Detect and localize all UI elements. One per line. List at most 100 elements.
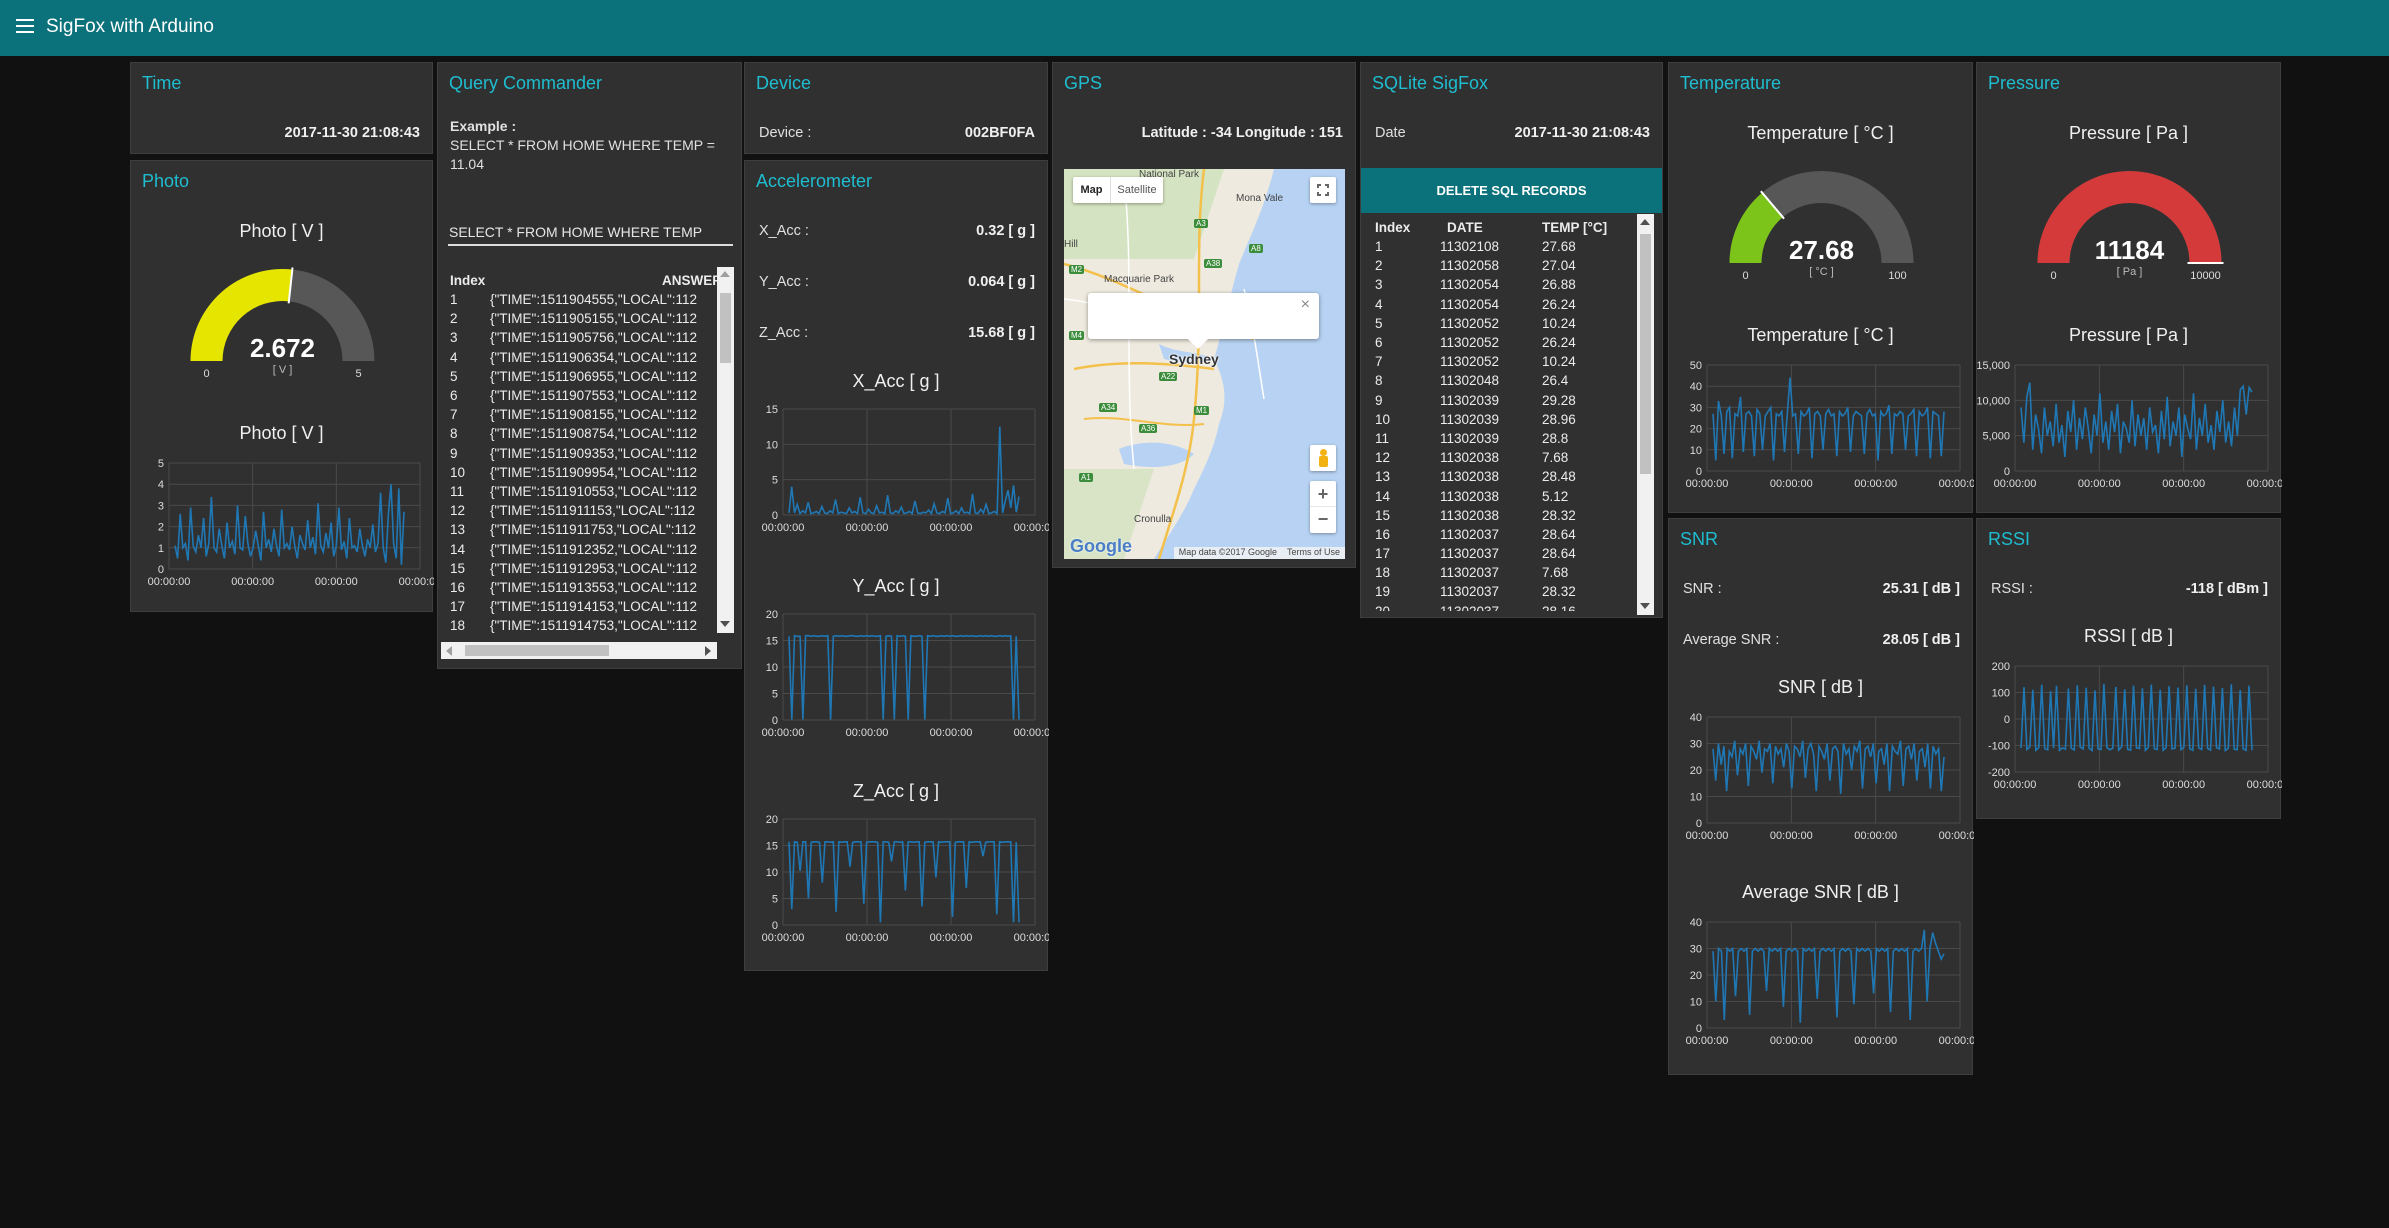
table-row[interactable]: 11 {"TIME":1511910553,"LOCAL":112	[450, 482, 722, 501]
table-row[interactable]: 3 {"TIME":1511905756,"LOCAL":112	[450, 328, 722, 347]
table-row[interactable]: 13 11302038 28.48	[1375, 467, 1626, 486]
card-title-snr: SNR	[1680, 529, 1719, 549]
table-row[interactable]: 17 {"TIME":1511914153,"LOCAL":112	[450, 597, 722, 616]
table-row[interactable]: 7 {"TIME":1511908155,"LOCAL":112	[450, 405, 722, 424]
query-horizontal-scrollbar[interactable]	[441, 642, 717, 659]
scroll-thumb[interactable]	[720, 293, 731, 363]
snr-chart: 0 10 20 30 40 00:00:00 00:00:00 00:00:00 00:00:0…	[1686, 712, 1974, 842]
y-tick-label: -200	[1988, 767, 2010, 779]
table-row[interactable]: 10 {"TIME":1511909954,"LOCAL":112	[450, 463, 722, 482]
table-row[interactable]: 3 11302054 26.88	[1375, 275, 1626, 294]
table-row[interactable]: 4 11302054 26.24	[1375, 295, 1626, 314]
table-row[interactable]: 18 11302037 7.68	[1375, 563, 1626, 582]
gauge-min: 0	[1742, 270, 1748, 282]
table-row[interactable]: 201130203728.16	[1375, 602, 1626, 611]
cell-index: 17	[1375, 546, 1391, 562]
table-row[interactable]: 13 {"TIME":1511911753,"LOCAL":112	[450, 520, 722, 539]
cell-index: 15	[450, 560, 466, 576]
pegman-icon[interactable]	[1310, 445, 1336, 471]
query-vertical-scrollbar[interactable]	[717, 267, 734, 633]
zoom-in-button[interactable]: +	[1310, 481, 1336, 507]
x-tick-label: 00:00:00	[1014, 522, 1049, 534]
table-row[interactable]: 16 11302037 28.64	[1375, 525, 1626, 544]
table-row[interactable]: 11 11302039 28.8	[1375, 429, 1626, 448]
table-row[interactable]: 12 11302038 7.68	[1375, 448, 1626, 467]
map[interactable]: National Park Mona Vale Macquarie Park Cron…	[1064, 169, 1345, 559]
x-tick-label: 00:00:00	[762, 932, 805, 944]
column-header-answer: ANSWER	[662, 273, 722, 288]
delete-sql-records-button[interactable]: DELETE SQL RECORDS	[1361, 168, 1662, 213]
cell-temp: 28.8	[1542, 430, 1569, 446]
map-tab-satellite[interactable]: Satellite	[1111, 177, 1163, 203]
scroll-up-arrow-icon[interactable]	[1640, 219, 1650, 225]
scroll-up-arrow-icon[interactable]	[720, 271, 730, 277]
table-row[interactable]: 17 11302037 28.64	[1375, 544, 1626, 563]
table-row[interactable]: 6 {"TIME":1511907553,"LOCAL":112	[450, 386, 722, 405]
table-row[interactable]: 12 {"TIME":1511911153,"LOCAL":112	[450, 501, 722, 520]
map-data-text: Map data ©2017 Google	[1178, 547, 1277, 557]
cell-index: 4	[1375, 296, 1383, 312]
cell-answer: {"TIME":1511906354,"LOCAL":112	[490, 349, 698, 365]
table-row[interactable]: 9 11302039 29.28	[1375, 391, 1626, 410]
cell-temp: 26.24	[1542, 335, 1576, 351]
table-row[interactable]: 8 {"TIME":1511908754,"LOCAL":112	[450, 424, 722, 443]
table-row[interactable]: 10 11302039 28.96	[1375, 410, 1626, 429]
table-row[interactable]: 2 11302058 27.04	[1375, 256, 1626, 275]
table-row[interactable]: 18 {"TIME":1511914753,"LOCAL":112	[450, 616, 722, 635]
query-input[interactable]	[448, 220, 733, 246]
menu-icon[interactable]	[16, 19, 34, 35]
scroll-left-arrow-icon[interactable]	[446, 646, 452, 656]
table-row[interactable]: 15 11302038 28.32	[1375, 506, 1626, 525]
scroll-right-arrow-icon[interactable]	[705, 646, 711, 656]
x-tick-label: 00:00:00	[1994, 779, 2037, 791]
table-row[interactable]: 4 {"TIME":1511906354,"LOCAL":112	[450, 348, 722, 367]
table-row[interactable]: 19 11302037 28.32	[1375, 582, 1626, 601]
table-row[interactable]: 5 11302052 10.24	[1375, 314, 1626, 333]
sqlite-vertical-scrollbar[interactable]	[1637, 214, 1654, 615]
sqlite-date-value: 2017-11-30 21:08:43	[1514, 125, 1650, 141]
zoom-out-button[interactable]: −	[1310, 507, 1336, 533]
table-row[interactable]: 2 {"TIME":1511905155,"LOCAL":112	[450, 309, 722, 328]
scroll-down-arrow-icon[interactable]	[720, 621, 730, 627]
cell-index: 15	[1375, 507, 1391, 523]
cell-answer: {"TIME":1511905155,"LOCAL":112	[490, 311, 698, 327]
rssi-card: RSSI RSSI : -118 [ dBm ] RSSI [ dB ] -20…	[1976, 518, 2282, 819]
scroll-thumb[interactable]	[1640, 234, 1651, 474]
x-tick-label: 00:00:00	[1014, 727, 1049, 739]
accelerometer-card: Accelerometer X_Acc : 0.32 [ g ] Y_Acc :…	[744, 160, 1049, 971]
scroll-thumb[interactable]	[465, 645, 609, 656]
table-row[interactable]: 6 11302052 26.24	[1375, 333, 1626, 352]
table-row[interactable]: 14 {"TIME":1511912352,"LOCAL":112	[450, 539, 722, 558]
close-icon[interactable]: ×	[1301, 296, 1310, 314]
cell-date: 11302038	[1440, 507, 1500, 523]
cell-date: 11302039	[1440, 430, 1500, 446]
terms-link[interactable]: Terms of Use	[1282, 547, 1345, 559]
snr-value: 25.31 [ dB ]	[1882, 581, 1960, 597]
pressure-chart-title: Pressure [ Pa ]	[2068, 325, 2189, 345]
y-tick-label: 200	[1992, 661, 2010, 673]
cell-temp: 28.32	[1542, 584, 1576, 600]
map-tab-map[interactable]: Map	[1073, 177, 1111, 203]
fullscreen-icon[interactable]	[1310, 177, 1336, 203]
table-row[interactable]: 14 11302038 5.12	[1375, 486, 1626, 505]
y-acc-label: Y_Acc :	[759, 274, 809, 290]
cell-temp: 28.96	[1542, 411, 1576, 427]
scroll-down-arrow-icon[interactable]	[1640, 603, 1650, 609]
y-tick-label: 0	[772, 715, 778, 727]
series-line	[788, 840, 1020, 923]
table-row[interactable]: 15 {"TIME":1511912953,"LOCAL":112	[450, 559, 722, 578]
table-row[interactable]: 1 {"TIME":1511904555,"LOCAL":112	[450, 290, 722, 309]
table-row[interactable]: 1 11302108 27.68	[1375, 237, 1626, 256]
cell-index: 6	[450, 388, 458, 404]
map-attribution: Map data ©2017 Google Terms of Use	[1173, 547, 1345, 559]
cell-temp: 28.64	[1542, 526, 1576, 542]
table-row[interactable]: 9 {"TIME":1511909353,"LOCAL":112	[450, 444, 722, 463]
card-title-rssi: RSSI	[1988, 529, 2031, 549]
sqlite-table: Index DATE TEMP [°C] 1 11302108 27.68 2 1130…	[1375, 218, 1633, 611]
table-row[interactable]: 7 11302052 10.24	[1375, 352, 1626, 371]
card-title-gps: GPS	[1064, 73, 1103, 93]
table-row[interactable]: 5 {"TIME":1511906955,"LOCAL":112	[450, 367, 722, 386]
x-tick-label: 00:00:00	[846, 727, 889, 739]
table-row[interactable]: 8 11302048 26.4	[1375, 371, 1626, 390]
table-row[interactable]: 16 {"TIME":1511913553,"LOCAL":112	[450, 578, 722, 597]
